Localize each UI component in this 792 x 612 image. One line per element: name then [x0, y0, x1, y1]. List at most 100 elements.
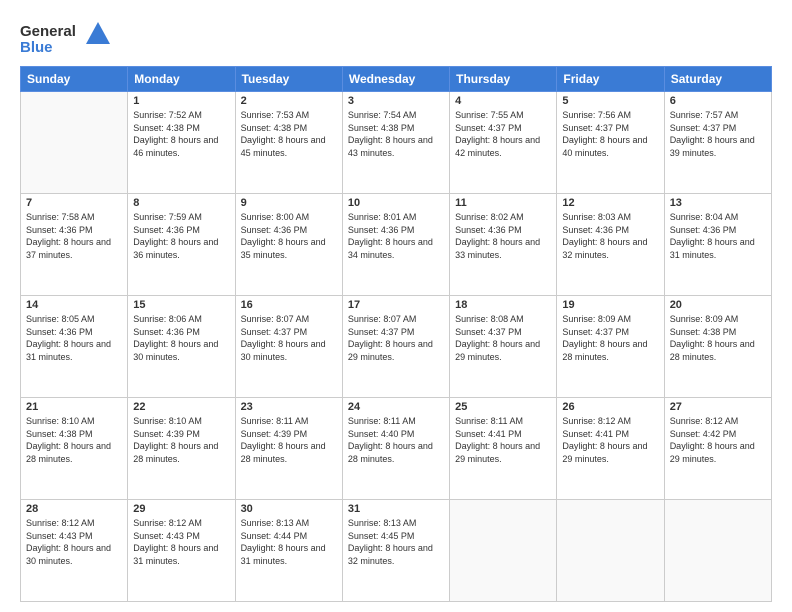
day-cell: 3 Sunrise: 7:54 AMSunset: 4:38 PMDaylight… [342, 92, 449, 194]
day-info: Sunrise: 8:11 AMSunset: 4:40 PMDaylight:… [348, 415, 444, 465]
day-info: Sunrise: 8:05 AMSunset: 4:36 PMDaylight:… [26, 313, 122, 363]
day-info: Sunrise: 8:09 AMSunset: 4:37 PMDaylight:… [562, 313, 658, 363]
day-number: 24 [348, 401, 444, 413]
day-info: Sunrise: 8:08 AMSunset: 4:37 PMDaylight:… [455, 313, 551, 363]
day-info: Sunrise: 7:56 AMSunset: 4:37 PMDaylight:… [562, 109, 658, 159]
day-number: 13 [670, 197, 766, 209]
day-cell [557, 500, 664, 602]
day-cell [450, 500, 557, 602]
day-number: 5 [562, 95, 658, 107]
day-info: Sunrise: 7:58 AMSunset: 4:36 PMDaylight:… [26, 211, 122, 261]
logo: General Blue [20, 18, 110, 56]
weekday-thursday: Thursday [450, 67, 557, 92]
day-number: 11 [455, 197, 551, 209]
day-cell: 18 Sunrise: 8:08 AMSunset: 4:37 PMDayligh… [450, 296, 557, 398]
day-number: 12 [562, 197, 658, 209]
day-cell: 6 Sunrise: 7:57 AMSunset: 4:37 PMDaylight… [664, 92, 771, 194]
week-row-3: 21 Sunrise: 8:10 AMSunset: 4:38 PMDayligh… [21, 398, 772, 500]
day-cell: 10 Sunrise: 8:01 AMSunset: 4:36 PMDayligh… [342, 194, 449, 296]
day-cell: 29 Sunrise: 8:12 AMSunset: 4:43 PMDayligh… [128, 500, 235, 602]
day-info: Sunrise: 7:52 AMSunset: 4:38 PMDaylight:… [133, 109, 229, 159]
day-info: Sunrise: 7:53 AMSunset: 4:38 PMDaylight:… [241, 109, 337, 159]
day-number: 7 [26, 197, 122, 209]
day-cell: 13 Sunrise: 8:04 AMSunset: 4:36 PMDayligh… [664, 194, 771, 296]
day-info: Sunrise: 8:13 AMSunset: 4:45 PMDaylight:… [348, 517, 444, 567]
day-cell: 19 Sunrise: 8:09 AMSunset: 4:37 PMDayligh… [557, 296, 664, 398]
day-info: Sunrise: 7:54 AMSunset: 4:38 PMDaylight:… [348, 109, 444, 159]
day-info: Sunrise: 8:12 AMSunset: 4:42 PMDaylight:… [670, 415, 766, 465]
day-info: Sunrise: 8:07 AMSunset: 4:37 PMDaylight:… [348, 313, 444, 363]
weekday-friday: Friday [557, 67, 664, 92]
day-number: 30 [241, 503, 337, 515]
day-info: Sunrise: 8:13 AMSunset: 4:44 PMDaylight:… [241, 517, 337, 567]
day-info: Sunrise: 7:57 AMSunset: 4:37 PMDaylight:… [670, 109, 766, 159]
header: General Blue [20, 18, 772, 56]
logo-svg: General Blue [20, 18, 110, 56]
weekday-wednesday: Wednesday [342, 67, 449, 92]
day-cell [664, 500, 771, 602]
day-cell: 28 Sunrise: 8:12 AMSunset: 4:43 PMDayligh… [21, 500, 128, 602]
day-info: Sunrise: 8:04 AMSunset: 4:36 PMDaylight:… [670, 211, 766, 261]
calendar: SundayMondayTuesdayWednesdayThursdayFrid… [20, 66, 772, 602]
day-info: Sunrise: 8:10 AMSunset: 4:38 PMDaylight:… [26, 415, 122, 465]
day-cell: 21 Sunrise: 8:10 AMSunset: 4:38 PMDayligh… [21, 398, 128, 500]
day-number: 3 [348, 95, 444, 107]
day-cell: 8 Sunrise: 7:59 AMSunset: 4:36 PMDaylight… [128, 194, 235, 296]
day-cell: 25Sunrise: 8:11 AMSunset: 4:41 PMDayligh… [450, 398, 557, 500]
day-info: Sunrise: 8:01 AMSunset: 4:36 PMDaylight:… [348, 211, 444, 261]
day-number: 6 [670, 95, 766, 107]
week-row-2: 14Sunrise: 8:05 AMSunset: 4:36 PMDayligh… [21, 296, 772, 398]
day-number: 20 [670, 299, 766, 311]
calendar-header: SundayMondayTuesdayWednesdayThursdayFrid… [21, 67, 772, 92]
day-cell: 11Sunrise: 8:02 AMSunset: 4:36 PMDayligh… [450, 194, 557, 296]
day-number: 29 [133, 503, 229, 515]
day-cell: 7 Sunrise: 7:58 AMSunset: 4:36 PMDaylight… [21, 194, 128, 296]
day-number: 2 [241, 95, 337, 107]
day-info: Sunrise: 8:12 AMSunset: 4:43 PMDaylight:… [26, 517, 122, 567]
day-number: 8 [133, 197, 229, 209]
day-cell: 5 Sunrise: 7:56 AMSunset: 4:37 PMDaylight… [557, 92, 664, 194]
day-cell: 15Sunrise: 8:06 AMSunset: 4:36 PMDayligh… [128, 296, 235, 398]
day-info: Sunrise: 8:10 AMSunset: 4:39 PMDaylight:… [133, 415, 229, 465]
calendar-body: 1 Sunrise: 7:52 AMSunset: 4:38 PMDaylight… [21, 92, 772, 602]
day-number: 10 [348, 197, 444, 209]
day-cell: 16Sunrise: 8:07 AMSunset: 4:37 PMDayligh… [235, 296, 342, 398]
day-cell: 27 Sunrise: 8:12 AMSunset: 4:42 PMDayligh… [664, 398, 771, 500]
svg-text:Blue: Blue [20, 39, 53, 56]
day-number: 18 [455, 299, 551, 311]
day-cell: 23 Sunrise: 8:11 AMSunset: 4:39 PMDayligh… [235, 398, 342, 500]
day-cell: 1 Sunrise: 7:52 AMSunset: 4:38 PMDaylight… [128, 92, 235, 194]
page: General Blue SundayMondayTuesdayWednesda… [0, 0, 792, 612]
week-row-0: 1 Sunrise: 7:52 AMSunset: 4:38 PMDaylight… [21, 92, 772, 194]
day-cell: 24 Sunrise: 8:11 AMSunset: 4:40 PMDayligh… [342, 398, 449, 500]
day-cell: 4Sunrise: 7:55 AMSunset: 4:37 PMDaylight… [450, 92, 557, 194]
day-info: Sunrise: 8:11 AMSunset: 4:39 PMDaylight:… [241, 415, 337, 465]
day-cell: 20Sunrise: 8:09 AMSunset: 4:38 PMDayligh… [664, 296, 771, 398]
day-cell [21, 92, 128, 194]
day-cell: 9Sunrise: 8:00 AMSunset: 4:36 PMDaylight… [235, 194, 342, 296]
day-cell: 17 Sunrise: 8:07 AMSunset: 4:37 PMDayligh… [342, 296, 449, 398]
day-number: 28 [26, 503, 122, 515]
day-number: 27 [670, 401, 766, 413]
day-number: 19 [562, 299, 658, 311]
weekday-row: SundayMondayTuesdayWednesdayThursdayFrid… [21, 67, 772, 92]
day-info: Sunrise: 8:11 AMSunset: 4:41 PMDaylight:… [455, 415, 551, 465]
week-row-4: 28 Sunrise: 8:12 AMSunset: 4:43 PMDayligh… [21, 500, 772, 602]
day-info: Sunrise: 8:06 AMSunset: 4:36 PMDaylight:… [133, 313, 229, 363]
day-number: 31 [348, 503, 444, 515]
day-number: 17 [348, 299, 444, 311]
day-cell: 14Sunrise: 8:05 AMSunset: 4:36 PMDayligh… [21, 296, 128, 398]
day-number: 1 [133, 95, 229, 107]
day-cell: 31 Sunrise: 8:13 AMSunset: 4:45 PMDayligh… [342, 500, 449, 602]
day-info: Sunrise: 8:12 AMSunset: 4:41 PMDaylight:… [562, 415, 658, 465]
day-number: 23 [241, 401, 337, 413]
week-row-1: 7 Sunrise: 7:58 AMSunset: 4:36 PMDaylight… [21, 194, 772, 296]
day-info: Sunrise: 7:55 AMSunset: 4:37 PMDaylight:… [455, 109, 551, 159]
weekday-sunday: Sunday [21, 67, 128, 92]
day-info: Sunrise: 8:03 AMSunset: 4:36 PMDaylight:… [562, 211, 658, 261]
svg-text:General: General [20, 23, 76, 40]
day-info: Sunrise: 7:59 AMSunset: 4:36 PMDaylight:… [133, 211, 229, 261]
day-cell: 30 Sunrise: 8:13 AMSunset: 4:44 PMDayligh… [235, 500, 342, 602]
day-info: Sunrise: 8:12 AMSunset: 4:43 PMDaylight:… [133, 517, 229, 567]
day-number: 21 [26, 401, 122, 413]
